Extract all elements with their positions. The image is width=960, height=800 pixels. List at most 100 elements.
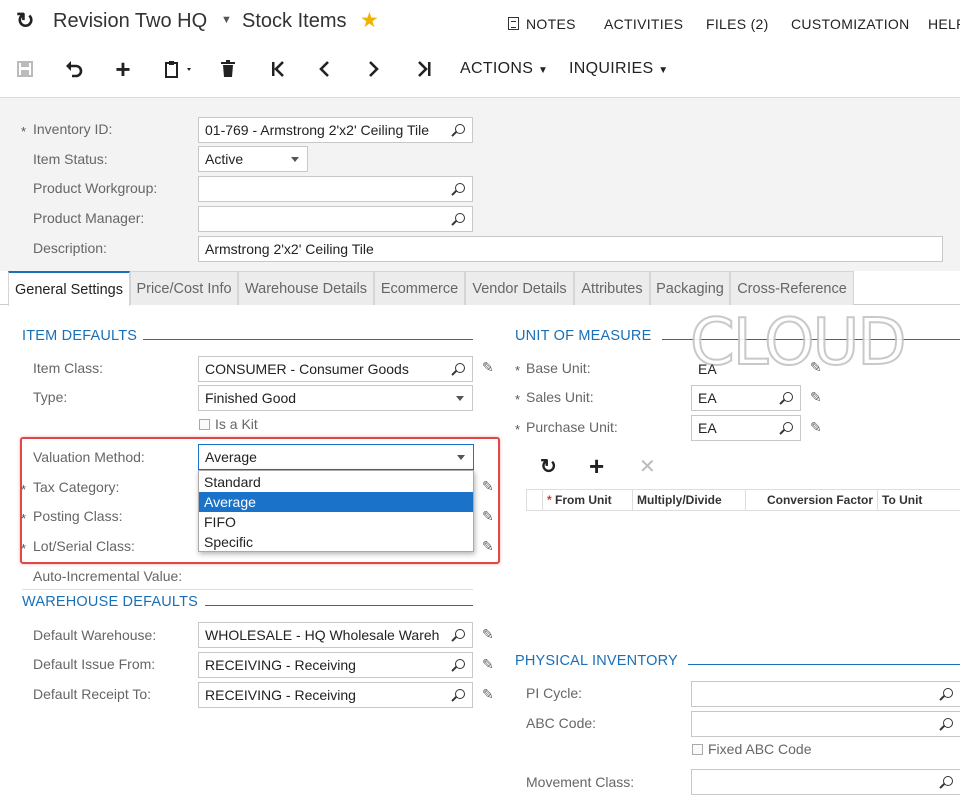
type-value: Finished Good [205, 390, 297, 406]
refresh-icon[interactable]: ↻ [540, 454, 557, 479]
edit-pencil-icon[interactable]: ✎ [482, 626, 494, 643]
add-row-icon[interactable]: + [589, 451, 604, 482]
tab-general-settings[interactable]: General Settings [8, 271, 130, 306]
favorite-star-icon[interactable]: ★ [360, 8, 379, 33]
default-issue-field[interactable]: RECEIVING - Receiving [198, 652, 473, 678]
company-name[interactable]: Revision Two HQ [53, 10, 207, 33]
search-icon[interactable] [943, 718, 953, 728]
delete-icon[interactable] [216, 56, 240, 82]
from-unit-header[interactable]: * From Unit [542, 489, 632, 511]
default-warehouse-field[interactable]: WHOLESALE - HQ Wholesale Wareh [198, 622, 473, 648]
fixed-abc-code-label: Fixed ABC Code [708, 741, 812, 757]
search-icon[interactable] [455, 363, 465, 373]
search-icon[interactable] [783, 392, 793, 402]
item-class-field[interactable]: CONSUMER - Consumer Goods [198, 356, 473, 382]
option-fifo[interactable]: FIFO [199, 512, 473, 532]
tab-ecommerce[interactable]: Ecommerce [374, 271, 465, 305]
edit-pencil-icon[interactable]: ✎ [810, 359, 822, 376]
search-icon[interactable] [455, 213, 465, 223]
option-average[interactable]: Average [199, 492, 473, 512]
edit-pencil-icon[interactable]: ✎ [482, 359, 494, 376]
search-icon[interactable] [455, 183, 465, 193]
last-record-icon[interactable] [412, 56, 436, 82]
next-record-icon[interactable] [361, 56, 385, 82]
inquiries-menu[interactable]: INQUIRIES ▼ [569, 60, 668, 78]
pi-cycle-label: PI Cycle: [526, 685, 583, 701]
grid-selector-column [526, 489, 542, 511]
valuation-method-dropdown[interactable]: Standard Average FIFO Specific [198, 470, 474, 552]
previous-record-icon[interactable] [313, 56, 337, 82]
save-icon[interactable] [13, 56, 37, 82]
unit-of-measure-title: UNIT OF MEASURE [515, 328, 652, 344]
search-icon[interactable] [783, 422, 793, 432]
abc-code-field[interactable] [691, 711, 960, 737]
to-unit-header[interactable]: To Unit [877, 489, 960, 511]
delete-row-icon[interactable]: ✕ [639, 454, 656, 479]
tab-price-cost-info[interactable]: Price/Cost Info [130, 271, 238, 305]
inventory-id-value: 01-769 - Armstrong 2'x2' Ceiling Tile [205, 122, 430, 138]
edit-pencil-icon[interactable]: ✎ [810, 389, 822, 406]
physical-inventory-title: PHYSICAL INVENTORY [515, 653, 678, 669]
tab-packaging[interactable]: Packaging [650, 271, 730, 305]
option-standard[interactable]: Standard [199, 472, 473, 492]
actions-menu[interactable]: ACTIONS ▼ [460, 60, 548, 78]
refresh-icon[interactable]: ↻ [16, 8, 34, 34]
customization-link[interactable]: CUSTOMIZATION [791, 16, 910, 32]
search-icon[interactable] [455, 689, 465, 699]
first-record-icon[interactable] [266, 56, 290, 82]
default-receipt-field[interactable]: RECEIVING - Receiving [198, 682, 473, 708]
search-icon[interactable] [455, 124, 465, 134]
required-marker: * [547, 493, 552, 507]
chevron-down-icon[interactable]: ▼ [221, 14, 232, 26]
section-rule [688, 664, 960, 665]
purchase-unit-field[interactable]: EA [691, 415, 801, 441]
tab-attributes[interactable]: Attributes [574, 271, 650, 305]
edit-pencil-icon[interactable]: ✎ [810, 419, 822, 436]
search-icon[interactable] [943, 776, 953, 786]
item-status-value: Active [205, 151, 244, 167]
abc-code-label: ABC Code: [526, 715, 597, 731]
checkbox-icon[interactable] [199, 419, 210, 430]
search-icon[interactable] [455, 629, 465, 639]
inquiries-label: INQUIRIES [569, 60, 654, 77]
is-kit-checkbox[interactable]: Is a Kit [199, 416, 258, 432]
pi-cycle-field[interactable] [691, 681, 960, 707]
notes-icon [508, 17, 519, 30]
sales-unit-value: EA [698, 390, 717, 406]
is-kit-label: Is a Kit [215, 416, 258, 432]
help-link[interactable]: HELP [928, 16, 960, 32]
movement-class-field[interactable] [691, 769, 960, 795]
multiply-divide-header[interactable]: Multiply/Divide [632, 489, 745, 511]
required-marker: * [515, 392, 521, 407]
edit-pencil-icon[interactable]: ✎ [482, 656, 494, 673]
activities-link[interactable]: ACTIVITIES [604, 16, 683, 32]
inventory-id-label: Inventory ID: [33, 121, 113, 137]
tab-vendor-details[interactable]: Vendor Details [465, 271, 574, 305]
item-status-select[interactable]: Active [198, 146, 308, 172]
inventory-id-field[interactable]: 01-769 - Armstrong 2'x2' Ceiling Tile [198, 117, 473, 143]
purchase-unit-value: EA [698, 420, 717, 436]
product-manager-field[interactable] [198, 206, 473, 232]
sales-unit-label: Sales Unit: [526, 389, 594, 405]
screen-title: Stock Items [242, 10, 347, 32]
option-specific[interactable]: Specific [199, 532, 473, 552]
add-icon[interactable]: + [111, 56, 135, 82]
type-select[interactable]: Finished Good [198, 385, 473, 411]
notes-link[interactable]: NOTES [508, 16, 576, 32]
copy-paste-icon[interactable] [160, 56, 198, 82]
sales-unit-field[interactable]: EA [691, 385, 801, 411]
files-link[interactable]: FILES (2) [706, 16, 769, 32]
required-marker: * [515, 422, 521, 437]
search-icon[interactable] [943, 688, 953, 698]
product-manager-label: Product Manager: [33, 210, 145, 226]
description-field[interactable]: Armstrong 2'x2' Ceiling Tile [198, 236, 943, 262]
fixed-abc-code-checkbox[interactable]: Fixed ABC Code [692, 741, 812, 757]
tab-warehouse-details[interactable]: Warehouse Details [238, 271, 374, 305]
conversion-factor-header[interactable]: Conversion Factor [745, 489, 877, 511]
edit-pencil-icon[interactable]: ✎ [482, 686, 494, 703]
search-icon[interactable] [455, 659, 465, 669]
undo-icon[interactable] [62, 56, 86, 82]
tab-cross-reference[interactable]: Cross-Reference [730, 271, 854, 305]
checkbox-icon[interactable] [692, 744, 703, 755]
product-workgroup-field[interactable] [198, 176, 473, 202]
